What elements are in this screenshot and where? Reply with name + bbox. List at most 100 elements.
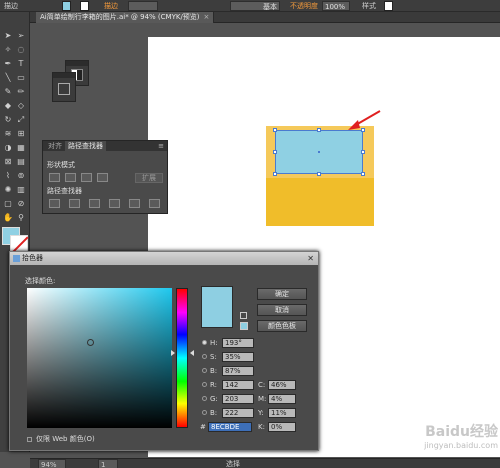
width-tool-icon[interactable]: ≋ [2,128,14,139]
paintbrush-icon[interactable]: ✎ [2,86,14,97]
pen-tool-icon[interactable]: ✒ [2,58,14,69]
color-field-cursor[interactable] [87,339,94,346]
gradient-tool-icon[interactable]: ▤ [15,156,27,167]
unite-button[interactable] [49,173,60,182]
cyan-field[interactable]: 46% [268,380,296,390]
red-field[interactable]: 142 [222,380,254,390]
web-safe-swatch[interactable] [240,322,248,330]
blue-radio[interactable] [202,410,207,415]
artboard-tool-icon[interactable]: ▢ [2,198,14,209]
selection-handle[interactable] [317,128,321,132]
selection-handle[interactable] [361,150,365,154]
hue-radio[interactable] [202,340,207,345]
hex-field[interactable]: 8ECBDE [208,422,252,432]
selection-handle[interactable] [273,172,277,176]
cancel-button[interactable]: 取消 [257,304,307,316]
selection-handle[interactable] [273,128,277,132]
dialog-title-bar[interactable]: 拾色器 ✕ [10,252,318,265]
brightness-radio[interactable] [202,368,207,373]
color-picker-dialog: 拾色器 ✕ 选择颜色: 确定 取消 颜色色板 H: 193° S: 35% B: [9,251,319,451]
selection-tool-icon[interactable]: ➤ [2,30,14,41]
trim-button[interactable] [69,199,80,208]
artboard-number-field[interactable]: 1 [98,459,118,468]
free-transform-icon[interactable]: ⊞ [15,128,27,139]
symbol-sprayer-icon[interactable]: ✺ [2,184,14,195]
merge-button[interactable] [89,199,100,208]
fill-color-control[interactable] [62,1,71,11]
perspective-grid-icon[interactable]: ▦ [15,142,27,153]
blend-tool-icon[interactable]: ⊚ [15,170,27,181]
hue-slider-handle-right[interactable] [190,350,194,356]
saturation-label: S: [210,353,217,361]
minus-back-button[interactable] [149,199,160,208]
collapsed-panel-group-2[interactable] [52,72,76,102]
zoom-tool-icon[interactable]: ⚲ [15,212,27,223]
graph-tool-icon[interactable]: ▥ [15,184,27,195]
saturation-brightness-field[interactable] [27,288,172,428]
zoom-level-field[interactable]: 94% [38,459,66,468]
stroke-color-control[interactable] [80,1,89,11]
scale-tool-icon[interactable]: ⤢ [15,114,27,125]
crop-button[interactable] [109,199,120,208]
panel-menu-icon[interactable]: ≡ [158,142,164,150]
expand-button[interactable]: 扩展 [135,173,163,183]
green-radio[interactable] [202,396,207,401]
magenta-field[interactable]: 4% [268,394,296,404]
pencil-icon[interactable]: ✏ [15,86,27,97]
close-icon[interactable]: ✕ [307,252,314,265]
opacity-field[interactable]: 100% [322,1,350,11]
type-tool-icon[interactable]: T [15,58,27,69]
stroke-profile-select[interactable]: 基本 [230,1,280,11]
exclude-button[interactable] [97,173,108,182]
mesh-tool-icon[interactable]: ⊠ [2,156,14,167]
selection-handle[interactable] [273,150,277,154]
eyedropper-icon[interactable]: ⌇ [2,170,14,181]
hue-field[interactable]: 193° [222,338,254,348]
brightness-field[interactable]: 87% [222,366,254,376]
red-radio[interactable] [202,382,207,387]
selection-handle[interactable] [361,172,365,176]
web-colors-checkbox[interactable] [27,436,32,442]
eraser-icon[interactable]: ◇ [15,100,27,111]
minus-front-button[interactable] [65,173,76,182]
stroke-weight-label[interactable]: 描边 [104,1,118,11]
yellow-field[interactable]: 11% [268,408,296,418]
tab-pathfinder[interactable]: 路径查找器 [65,141,106,151]
hue-label: H: [210,339,218,347]
line-tool-icon[interactable]: ╲ [2,72,14,83]
shape-builder-icon[interactable]: ◑ [2,142,14,153]
panel-grip[interactable] [66,61,88,66]
panel-grip[interactable] [53,73,75,78]
direct-selection-icon[interactable]: ➢ [15,30,27,41]
stroke-panel-icon[interactable] [58,83,70,95]
stroke-weight-field[interactable] [128,1,158,11]
green-field[interactable]: 203 [222,394,254,404]
blob-brush-icon[interactable]: ◆ [2,100,14,111]
web-colors-only-option[interactable]: 仅限 Web 颜色(O) [27,434,95,444]
black-field[interactable]: 0% [268,422,296,432]
ok-button[interactable]: 确定 [257,288,307,300]
lasso-icon[interactable]: ◌ [15,44,27,55]
hand-tool-icon[interactable]: ✋ [2,212,14,223]
saturation-field[interactable]: 35% [222,352,254,362]
tab-align[interactable]: 对齐 [45,141,65,151]
color-swatches-button[interactable]: 颜色色板 [257,320,307,332]
blue-field[interactable]: 222 [222,408,254,418]
intersect-button[interactable] [81,173,92,182]
selection-handle[interactable] [317,172,321,176]
out-of-gamut-icon[interactable] [240,312,247,319]
magic-wand-icon[interactable]: ✧ [2,44,14,55]
rotate-tool-icon[interactable]: ↻ [2,114,14,125]
outline-button[interactable] [129,199,140,208]
close-icon[interactable]: × [204,13,210,21]
opacity-label[interactable]: 不透明度 [290,1,318,11]
divide-button[interactable] [49,199,60,208]
graphic-style-control[interactable] [384,1,393,11]
document-tab[interactable]: Ai简单绘制行李箱的图片.ai* @ 94% (CMYK/预览) × [36,12,215,23]
slice-tool-icon[interactable]: ⊘ [15,198,27,209]
hue-slider[interactable] [176,288,188,428]
hue-slider-handle-left[interactable] [171,350,175,356]
selection-center-point [318,151,320,153]
saturation-radio[interactable] [202,354,207,359]
rectangle-tool-icon[interactable]: ▭ [15,72,27,83]
